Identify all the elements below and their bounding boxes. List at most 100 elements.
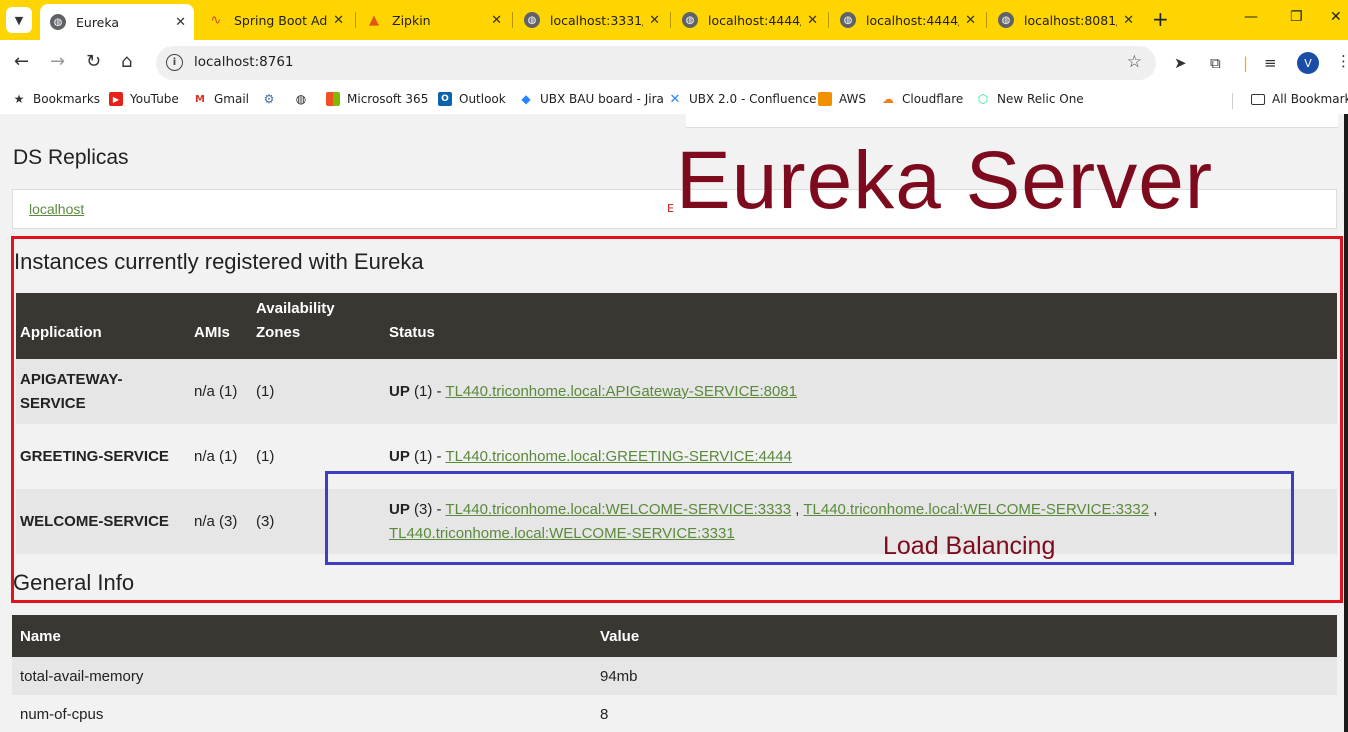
back-button[interactable]: ← [14, 52, 29, 72]
close-window-button[interactable]: ✕ [1330, 9, 1342, 25]
close-icon[interactable]: ✕ [491, 13, 502, 28]
bookmark-aws[interactable]: AWS [818, 92, 866, 106]
minimize-icon: — [1244, 9, 1258, 25]
app-name: APIGATEWAY-SERVICE [16, 359, 190, 424]
tab-localhost-8081[interactable]: ◍ localhost:8081/g ✕ [988, 4, 1142, 36]
tab-zipkin[interactable]: ▲ Zipkin ✕ [356, 4, 510, 36]
home-icon: ⌂ [121, 51, 133, 72]
media-queue-icon[interactable]: ≡ [1264, 54, 1277, 72]
home-button[interactable]: ⌂ [121, 52, 132, 72]
tab-separator [670, 12, 671, 28]
bookmark-new-relic[interactable]: ⬡ New Relic One [976, 92, 1084, 106]
instances-table: Application AMIs Availability Zones Stat… [16, 293, 1337, 554]
ami-count: n/a (1) [190, 424, 252, 489]
browser-toolbar: ← → ↻ ⌂ i localhost:8761 ☆ ➤ ⧉ | ≡ V ⋮ [0, 40, 1348, 86]
close-icon[interactable]: ✕ [965, 13, 976, 28]
zipkin-icon: ▲ [369, 12, 379, 28]
zone-count: (1) [252, 424, 385, 489]
globe-icon: ◍ [295, 92, 307, 106]
address-bar[interactable]: i localhost:8761 ☆ [156, 46, 1156, 80]
more-menu-icon[interactable]: ⋮ [1336, 52, 1348, 70]
microsoft-icon [326, 92, 340, 106]
tab-separator [828, 12, 829, 28]
header-status: Status [385, 293, 1337, 359]
bookmark-jira[interactable]: ◆ UBX BAU board - Jira [519, 92, 664, 106]
ds-replica-link[interactable]: localhost [29, 201, 84, 217]
info-icon[interactable]: i [166, 54, 183, 71]
bookmark-youtube[interactable]: ▶ YouTube [109, 92, 179, 106]
close-icon[interactable]: ✕ [175, 15, 186, 30]
ami-count: n/a (3) [190, 489, 252, 554]
outlook-icon: O [438, 92, 452, 106]
bookmark-cloudflare[interactable]: ☁ Cloudflare [881, 92, 963, 106]
table-row: WELCOME-SERVICE n/a (3) (3) UP (3) - TL4… [16, 489, 1337, 554]
tab-spring-boot-admin[interactable]: ∿ Spring Boot Adr ✕ [198, 4, 352, 36]
tab-localhost-4444-a[interactable]: ◍ localhost:4444/g ✕ [672, 4, 826, 36]
chevron-down-icon: ▼ [14, 13, 24, 27]
instance-link[interactable]: TL440.triconhome.local:GREETING-SERVICE:… [445, 448, 792, 465]
status-up: UP [389, 500, 410, 518]
bookmark-gear[interactable]: ⚙ [262, 92, 283, 106]
header-name: Name [12, 615, 592, 657]
tab-search-button[interactable]: ▼ [6, 7, 32, 33]
cloudflare-icon: ☁ [882, 92, 894, 106]
bookmarks-bar: ★ Bookmarks ▶ YouTube M Gmail ⚙ ◍ Micros… [0, 86, 1348, 114]
close-icon[interactable]: ✕ [1123, 13, 1134, 28]
header-amis: AMIs [190, 293, 252, 359]
confluence-icon: ✕ [669, 91, 681, 107]
forward-button[interactable]: → [50, 52, 65, 72]
minimize-button[interactable]: — [1244, 9, 1258, 25]
close-icon[interactable]: ✕ [333, 13, 344, 28]
close-icon[interactable]: ✕ [807, 13, 818, 28]
zone-count: (3) [252, 489, 385, 554]
instance-link[interactable]: TL440.triconhome.local:WELCOME-SERVICE:3… [445, 501, 791, 518]
address-url[interactable]: localhost:8761 [194, 54, 294, 70]
extensions-icon[interactable]: ⧉ [1210, 54, 1221, 72]
bookmark-microsoft-365[interactable]: Microsoft 365 [326, 92, 428, 106]
all-bookmarks-folder[interactable]: All Bookmark [1251, 92, 1348, 106]
new-tab-button[interactable]: + [1152, 9, 1169, 29]
tab-separator [512, 12, 513, 28]
bookmark-gmail[interactable]: M Gmail [193, 92, 249, 106]
eureka-server-annotation: Eureka Server [676, 135, 1214, 226]
general-info-title: General Info [13, 570, 135, 595]
top-strip [686, 114, 1338, 128]
bookmark-globe[interactable]: ◍ [294, 92, 315, 106]
status-count: (1) - [409, 382, 446, 400]
tab-localhost-4444-b[interactable]: ◍ localhost:4444/g ✕ [830, 4, 984, 36]
status-cell: UP (1) - TL440.triconhome.local:GREETING… [385, 424, 1337, 489]
tab-localhost-3331[interactable]: ◍ localhost:3331/v ✕ [514, 4, 668, 36]
table-row: num-of-cpus 8 [12, 695, 1337, 732]
ds-replicas-title: DS Replicas [13, 146, 129, 169]
zone-count: (1) [252, 359, 385, 424]
instances-header-row: Application AMIs Availability Zones Stat… [16, 293, 1337, 359]
globe-icon: ◍ [682, 12, 698, 28]
divider-icon: | [1243, 54, 1249, 72]
status-cell: UP (1) - TL440.triconhome.local:APIGatew… [385, 359, 1337, 424]
general-info-table: Name Value total-avail-memory 94mb num-o… [12, 615, 1337, 732]
bookmark-bookmarks[interactable]: ★ Bookmarks [12, 92, 100, 106]
instance-link[interactable]: TL440.triconhome.local:WELCOME-SERVICE:3… [803, 501, 1149, 518]
star-icon[interactable]: ☆ [1127, 52, 1142, 72]
avatar[interactable]: V [1297, 52, 1319, 74]
bookmark-confluence[interactable]: ✕ UBX 2.0 - Confluence [668, 91, 817, 107]
link-separator: , [791, 500, 804, 518]
status-count: (1) - [409, 447, 446, 465]
ami-count: n/a (1) [190, 359, 252, 424]
status-count: (3) - [409, 500, 446, 518]
instance-link[interactable]: TL440.triconhome.local:WELCOME-SERVICE:3… [389, 525, 735, 542]
jira-icon: ◆ [521, 92, 531, 106]
bookmarks-divider [1232, 93, 1233, 109]
globe-icon: ◍ [840, 12, 856, 28]
table-row: GREETING-SERVICE n/a (1) (1) UP (1) - TL… [16, 424, 1337, 489]
table-row: total-avail-memory 94mb [12, 657, 1337, 695]
reload-button[interactable]: ↻ [86, 52, 101, 72]
stray-char: E [667, 202, 674, 215]
restore-button[interactable]: ❐ [1290, 9, 1303, 25]
instance-link[interactable]: TL440.triconhome.local:APIGateway-SERVIC… [445, 383, 797, 400]
close-icon[interactable]: ✕ [649, 13, 660, 28]
status-cell: UP (3) - TL440.triconhome.local:WELCOME-… [385, 489, 1337, 554]
extension-cursor-icon[interactable]: ➤ [1174, 54, 1187, 72]
bookmark-outlook[interactable]: O Outlook [438, 92, 506, 106]
tab-eureka[interactable]: ◍ Eureka ✕ [40, 4, 194, 40]
